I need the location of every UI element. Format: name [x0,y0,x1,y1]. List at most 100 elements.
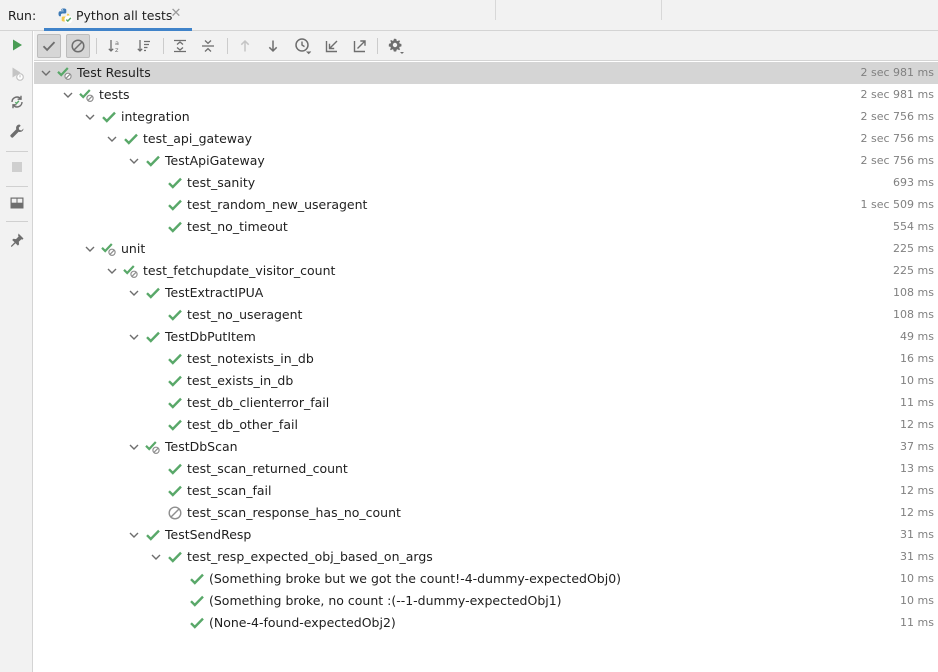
chevron-down-icon[interactable] [128,287,140,299]
tree-row[interactable]: test_random_new_useragent 1 sec 509 ms [34,194,938,216]
svg-text:z: z [115,46,119,54]
tree-row[interactable]: test_notexists_in_db 16 ms [34,348,938,370]
test-results-tree: Test Results 2 sec 981 ms tests 2 sec 981 m… [34,62,938,672]
test-passed-icon [145,153,161,169]
test-name: integration [121,109,190,124]
toolbar-separator [6,221,28,222]
tree-row[interactable]: TestExtractIPUA 108 ms [34,282,938,304]
tree-row[interactable]: test_db_other_fail 12 ms [34,414,938,436]
chevron-down-icon[interactable] [150,551,162,563]
run-tab-python-all-tests[interactable]: Python all tests ✕ [44,0,192,31]
settings-wrench-icon[interactable] [6,120,28,142]
close-icon[interactable]: ✕ [170,6,182,22]
tree-row[interactable]: test_scan_response_has_no_count 12 ms [34,502,938,524]
tree-row[interactable]: test_sanity 693 ms [34,172,938,194]
test-name: test_no_timeout [187,219,288,234]
test-name: test_resp_expected_obj_based_on_args [187,549,433,564]
pin-icon[interactable] [6,229,28,251]
tree-row[interactable]: tests 2 sec 981 ms [34,84,938,106]
chevron-down-icon[interactable] [106,133,118,145]
test-name: (Something broke but we got the count!-4… [209,571,622,586]
python-icon [56,7,73,24]
tree-row[interactable]: test_no_useragent 108 ms [34,304,938,326]
test-name: TestApiGateway [165,153,265,168]
toolbar-separator [163,38,164,54]
import-tests-icon[interactable] [320,34,344,58]
previous-failed-icon[interactable] [233,34,257,58]
test-name: unit [121,241,146,256]
tab-title: Python all tests [76,8,173,23]
layout-icon[interactable] [6,192,28,214]
test-duration: 2 sec 756 ms [860,132,934,145]
tree-row[interactable]: test_exists_in_db 10 ms [34,370,938,392]
test-passed-icon [167,351,183,367]
test-name: tests [99,87,130,102]
test-duration: 16 ms [900,352,934,365]
tree-row[interactable]: test_fetchupdate_visitor_count 225 ms [34,260,938,282]
test-duration: 2 sec 756 ms [860,154,934,167]
collapse-all-icon[interactable] [196,34,220,58]
tree-row[interactable]: TestDbPutItem 49 ms [34,326,938,348]
tree-row[interactable]: TestDbScan 37 ms [34,436,938,458]
test-name: test_db_other_fail [187,417,298,432]
chevron-down-icon[interactable] [62,89,74,101]
test-duration: 10 ms [900,374,934,387]
test-duration: 13 ms [900,462,934,475]
test-passed-icon [167,461,183,477]
toolbar-separator [96,38,97,54]
tree-row[interactable]: test_resp_expected_obj_based_on_args 31 m… [34,546,938,568]
next-failed-icon[interactable] [261,34,285,58]
test-name: test_fetchupdate_visitor_count [143,263,336,278]
test-name: TestExtractIPUA [165,285,264,300]
chevron-down-icon[interactable] [84,111,96,123]
test-name: (None-4-found-expectedObj2) [209,615,396,630]
test-name: TestSendResp [165,527,252,542]
settings-gear-icon[interactable] [384,34,408,58]
tree-row[interactable]: test_scan_returned_count 13 ms [34,458,938,480]
chevron-down-icon[interactable] [128,331,140,343]
chevron-down-icon[interactable] [84,243,96,255]
expand-all-icon[interactable] [168,34,192,58]
export-results-icon[interactable] [348,34,372,58]
chevron-down-icon[interactable] [40,67,52,79]
test-name: test_notexists_in_db [187,351,314,366]
tree-row[interactable]: (Something broke but we got the count!-4… [34,568,938,590]
tree-row[interactable]: test_db_clienterror_fail 11 ms [34,392,938,414]
chevron-down-icon[interactable] [128,529,140,541]
sort-alphabetically-icon[interactable]: a z [103,34,127,58]
test-duration: 31 ms [900,550,934,563]
tree-row[interactable]: test_api_gateway 2 sec 756 ms [34,128,938,150]
tree-row[interactable]: TestApiGateway 2 sec 756 ms [34,150,938,172]
test-passed-icon [167,175,183,191]
toolbar-separator [6,151,28,152]
tree-row[interactable]: TestSendResp 31 ms [34,524,938,546]
tree-row[interactable]: test_no_timeout 554 ms [34,216,938,238]
test-name: test_scan_returned_count [187,461,348,476]
test-duration: 108 ms [893,286,934,299]
toolbar-separator [6,186,28,187]
rerun-icon[interactable] [6,34,28,56]
show-ignored-icon[interactable] [66,34,90,58]
show-passed-icon[interactable] [37,34,61,58]
test-name: Test Results [77,65,151,80]
tree-row[interactable]: Test Results 2 sec 981 ms [34,62,938,84]
toolbar-separator [377,38,378,54]
rerun-failed-icon[interactable] [6,63,28,85]
test-history-icon[interactable] [291,34,315,58]
test-name: test_sanity [187,175,256,190]
toggle-auto-test-icon[interactable] [6,91,28,113]
tree-row[interactable]: unit 225 ms [34,238,938,260]
test-passed-icon [145,285,161,301]
tab-bar-divider [495,0,496,20]
stop-icon[interactable] [6,156,28,178]
sort-by-duration-icon[interactable] [132,34,156,58]
chevron-down-icon[interactable] [128,441,140,453]
tree-row[interactable]: (Something broke, no count :(--1-dummy-e… [34,590,938,612]
test-duration: 37 ms [900,440,934,453]
tree-row[interactable]: test_scan_fail 12 ms [34,480,938,502]
chevron-down-icon[interactable] [106,265,118,277]
test-passed-with-ignored-icon [79,87,95,103]
tree-row[interactable]: integration 2 sec 756 ms [34,106,938,128]
chevron-down-icon[interactable] [128,155,140,167]
tree-row[interactable]: (None-4-found-expectedObj2) 11 ms [34,612,938,634]
